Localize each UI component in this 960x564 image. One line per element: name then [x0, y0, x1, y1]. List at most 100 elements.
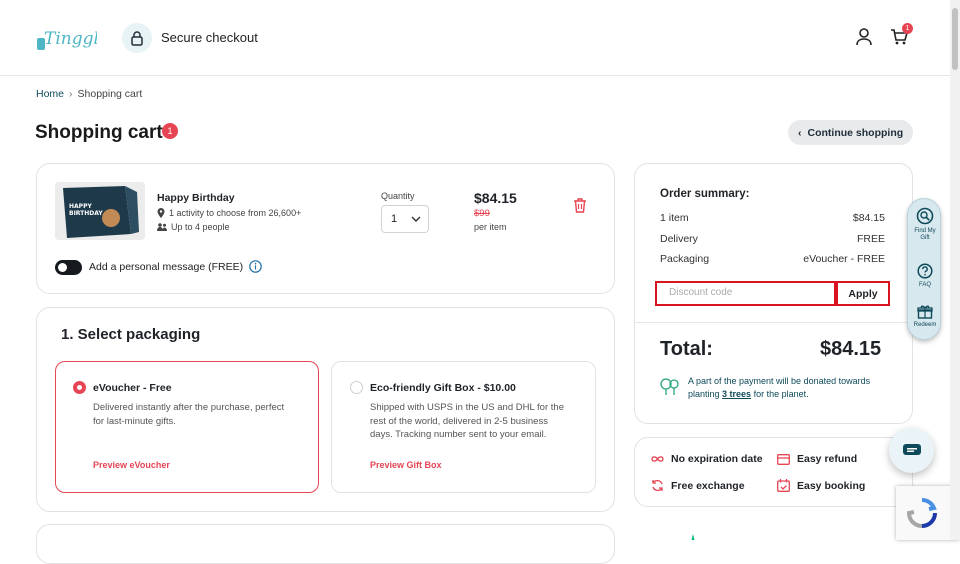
breadcrumb-separator: › — [69, 88, 73, 100]
total-label: Total: — [660, 338, 713, 360]
breadcrumb-current: Shopping cart — [77, 88, 143, 100]
feature-no-expiration: No expiration date — [651, 453, 763, 465]
feature-label: Easy booking — [797, 479, 866, 492]
summary-row-value: $84.15 — [852, 212, 885, 224]
next-section-card — [36, 524, 615, 564]
discount-code-input[interactable]: Discount code — [655, 281, 836, 306]
giftbox-radio[interactable] — [350, 381, 363, 394]
info-icon[interactable] — [249, 260, 262, 273]
activities-row: 1 activity to choose from 26,600+ — [157, 208, 301, 218]
svg-text:BIRTHDAY: BIRTHDAY — [69, 210, 103, 217]
packaging-title: 1. Select packaging — [61, 326, 201, 343]
giftbox-description: Shipped with USPS in the US and DHL for … — [370, 401, 590, 442]
trustpilot-star-icon — [691, 534, 695, 540]
recaptcha-icon — [906, 498, 937, 528]
sidebar-label: Gift — [920, 235, 930, 241]
redeem-button[interactable]: Redeem — [908, 305, 942, 329]
refund-icon — [777, 453, 790, 465]
evoucher-description: Delivered instantly after the purchase, … — [93, 401, 308, 428]
faq-button[interactable]: FAQ — [908, 263, 942, 289]
floating-help-sidebar: Find My Gift FAQ Redeem — [907, 198, 941, 340]
giftbox-desc-line: rest of the world, delivered in 2-5 busi… — [370, 415, 548, 427]
cart-count-badge: 1 — [902, 23, 913, 34]
feature-label: Easy refund — [797, 453, 858, 465]
sidebar-label: Find My — [914, 228, 936, 234]
cart-items-badge: 1 — [162, 123, 178, 139]
scrollbar-thumb[interactable] — [952, 8, 958, 70]
sidebar-label: Redeem — [913, 322, 937, 328]
evoucher-desc-line: for last-minute gifts. — [93, 415, 176, 427]
evoucher-radio[interactable] — [73, 381, 86, 394]
summary-row-label: Packaging — [660, 253, 710, 265]
item-old-price: $99 — [474, 208, 490, 219]
page-scrollbar[interactable] — [950, 0, 960, 540]
summary-row-value: eVoucher - FREE — [803, 253, 885, 265]
tree-icon — [660, 378, 679, 395]
evoucher-title: eVoucher - Free — [93, 382, 172, 394]
summary-row-delivery: Delivery FREE — [660, 233, 885, 245]
donation-text: A part of the payment will be donated to… — [688, 375, 893, 400]
continue-shopping-button[interactable]: ‹ Continue shopping — [788, 120, 913, 145]
breadcrumb: Home › Shopping cart — [36, 88, 142, 100]
order-summary-title: Order summary: — [660, 188, 750, 200]
giftbox-title: Eco-friendly Gift Box - $10.00 — [370, 382, 516, 394]
lock-icon — [131, 31, 143, 46]
breadcrumb-home-link[interactable]: Home — [36, 88, 64, 100]
donation-line: A part of the payment will be donated to… — [688, 376, 871, 386]
summary-row-packaging: Packaging eVoucher - FREE — [660, 253, 885, 265]
apply-discount-button[interactable]: Apply — [836, 281, 890, 306]
trash-icon[interactable] — [573, 198, 587, 213]
summary-row-label: Delivery — [660, 233, 698, 245]
secure-checkout-label: Secure checkout — [161, 30, 258, 45]
user-icon[interactable] — [856, 28, 872, 46]
giftbox-desc-line: days. Tracking number sent to your email… — [370, 429, 547, 440]
product-name: Happy Birthday — [157, 192, 235, 204]
feature-easy-refund: Easy refund — [777, 453, 857, 465]
page-title: Shopping cart — [35, 122, 163, 143]
preview-giftbox-link[interactable]: Preview Gift Box — [370, 460, 442, 470]
lock-icon-circle — [122, 23, 152, 53]
brand-text: Tinggly — [44, 29, 97, 49]
chevron-left-icon: ‹ — [798, 126, 802, 139]
features-card — [634, 437, 913, 507]
feature-label: No expiration date — [671, 453, 763, 465]
chat-button[interactable] — [889, 428, 934, 473]
faq-icon — [917, 263, 933, 279]
feature-label: Free exchange — [671, 479, 745, 492]
exchange-icon — [652, 479, 663, 492]
people-icon — [157, 223, 167, 231]
location-pin-icon — [157, 208, 165, 218]
personal-message-label: Add a personal message (FREE) — [89, 261, 244, 273]
summary-divider — [634, 322, 913, 323]
per-item-label: per item — [474, 222, 507, 232]
total-value: $84.15 — [820, 338, 882, 360]
quantity-select[interactable]: 1 — [381, 205, 429, 233]
preview-evoucher-link[interactable]: Preview eVoucher — [93, 460, 170, 470]
feature-free-exchange: Free exchange — [651, 479, 745, 492]
sidebar-label: FAQ — [918, 282, 931, 288]
donation-post: for the planet. — [751, 388, 809, 399]
personal-message-toggle[interactable] — [55, 260, 82, 275]
trees-link[interactable]: 3 trees — [722, 389, 751, 399]
svg-text:HAPPY: HAPPY — [69, 203, 92, 210]
quantity-value: 1 — [391, 213, 398, 225]
find-gift-icon — [916, 207, 934, 225]
product-image[interactable]: HAPPY BIRTHDAY — [55, 182, 145, 240]
item-price: $84.15 — [474, 190, 517, 206]
people-text: Up to 4 people — [171, 222, 230, 232]
calendar-icon — [777, 479, 790, 492]
chat-icon — [902, 443, 921, 455]
tinggly-logo[interactable]: Tinggly — [35, 20, 97, 56]
quantity-label: Quantity — [381, 191, 415, 201]
summary-row-items: 1 item $84.15 — [660, 212, 885, 224]
giftbox-desc-line: Shipped with USPS in the US and DHL for … — [370, 402, 564, 413]
find-my-gift-button[interactable]: Find My Gift — [908, 207, 942, 242]
summary-row-value: FREE — [856, 233, 885, 245]
continue-shopping-label: Continue shopping — [807, 126, 904, 139]
site-header: Tinggly Secure checkout 1 — [0, 0, 960, 76]
redeem-icon — [917, 305, 933, 319]
summary-row-label: 1 item — [660, 212, 689, 224]
activities-text: 1 activity to choose from 26,600+ — [169, 208, 302, 218]
evoucher-desc-line: Delivered instantly after the purchase, … — [93, 402, 285, 413]
people-row: Up to 4 people — [157, 222, 230, 232]
